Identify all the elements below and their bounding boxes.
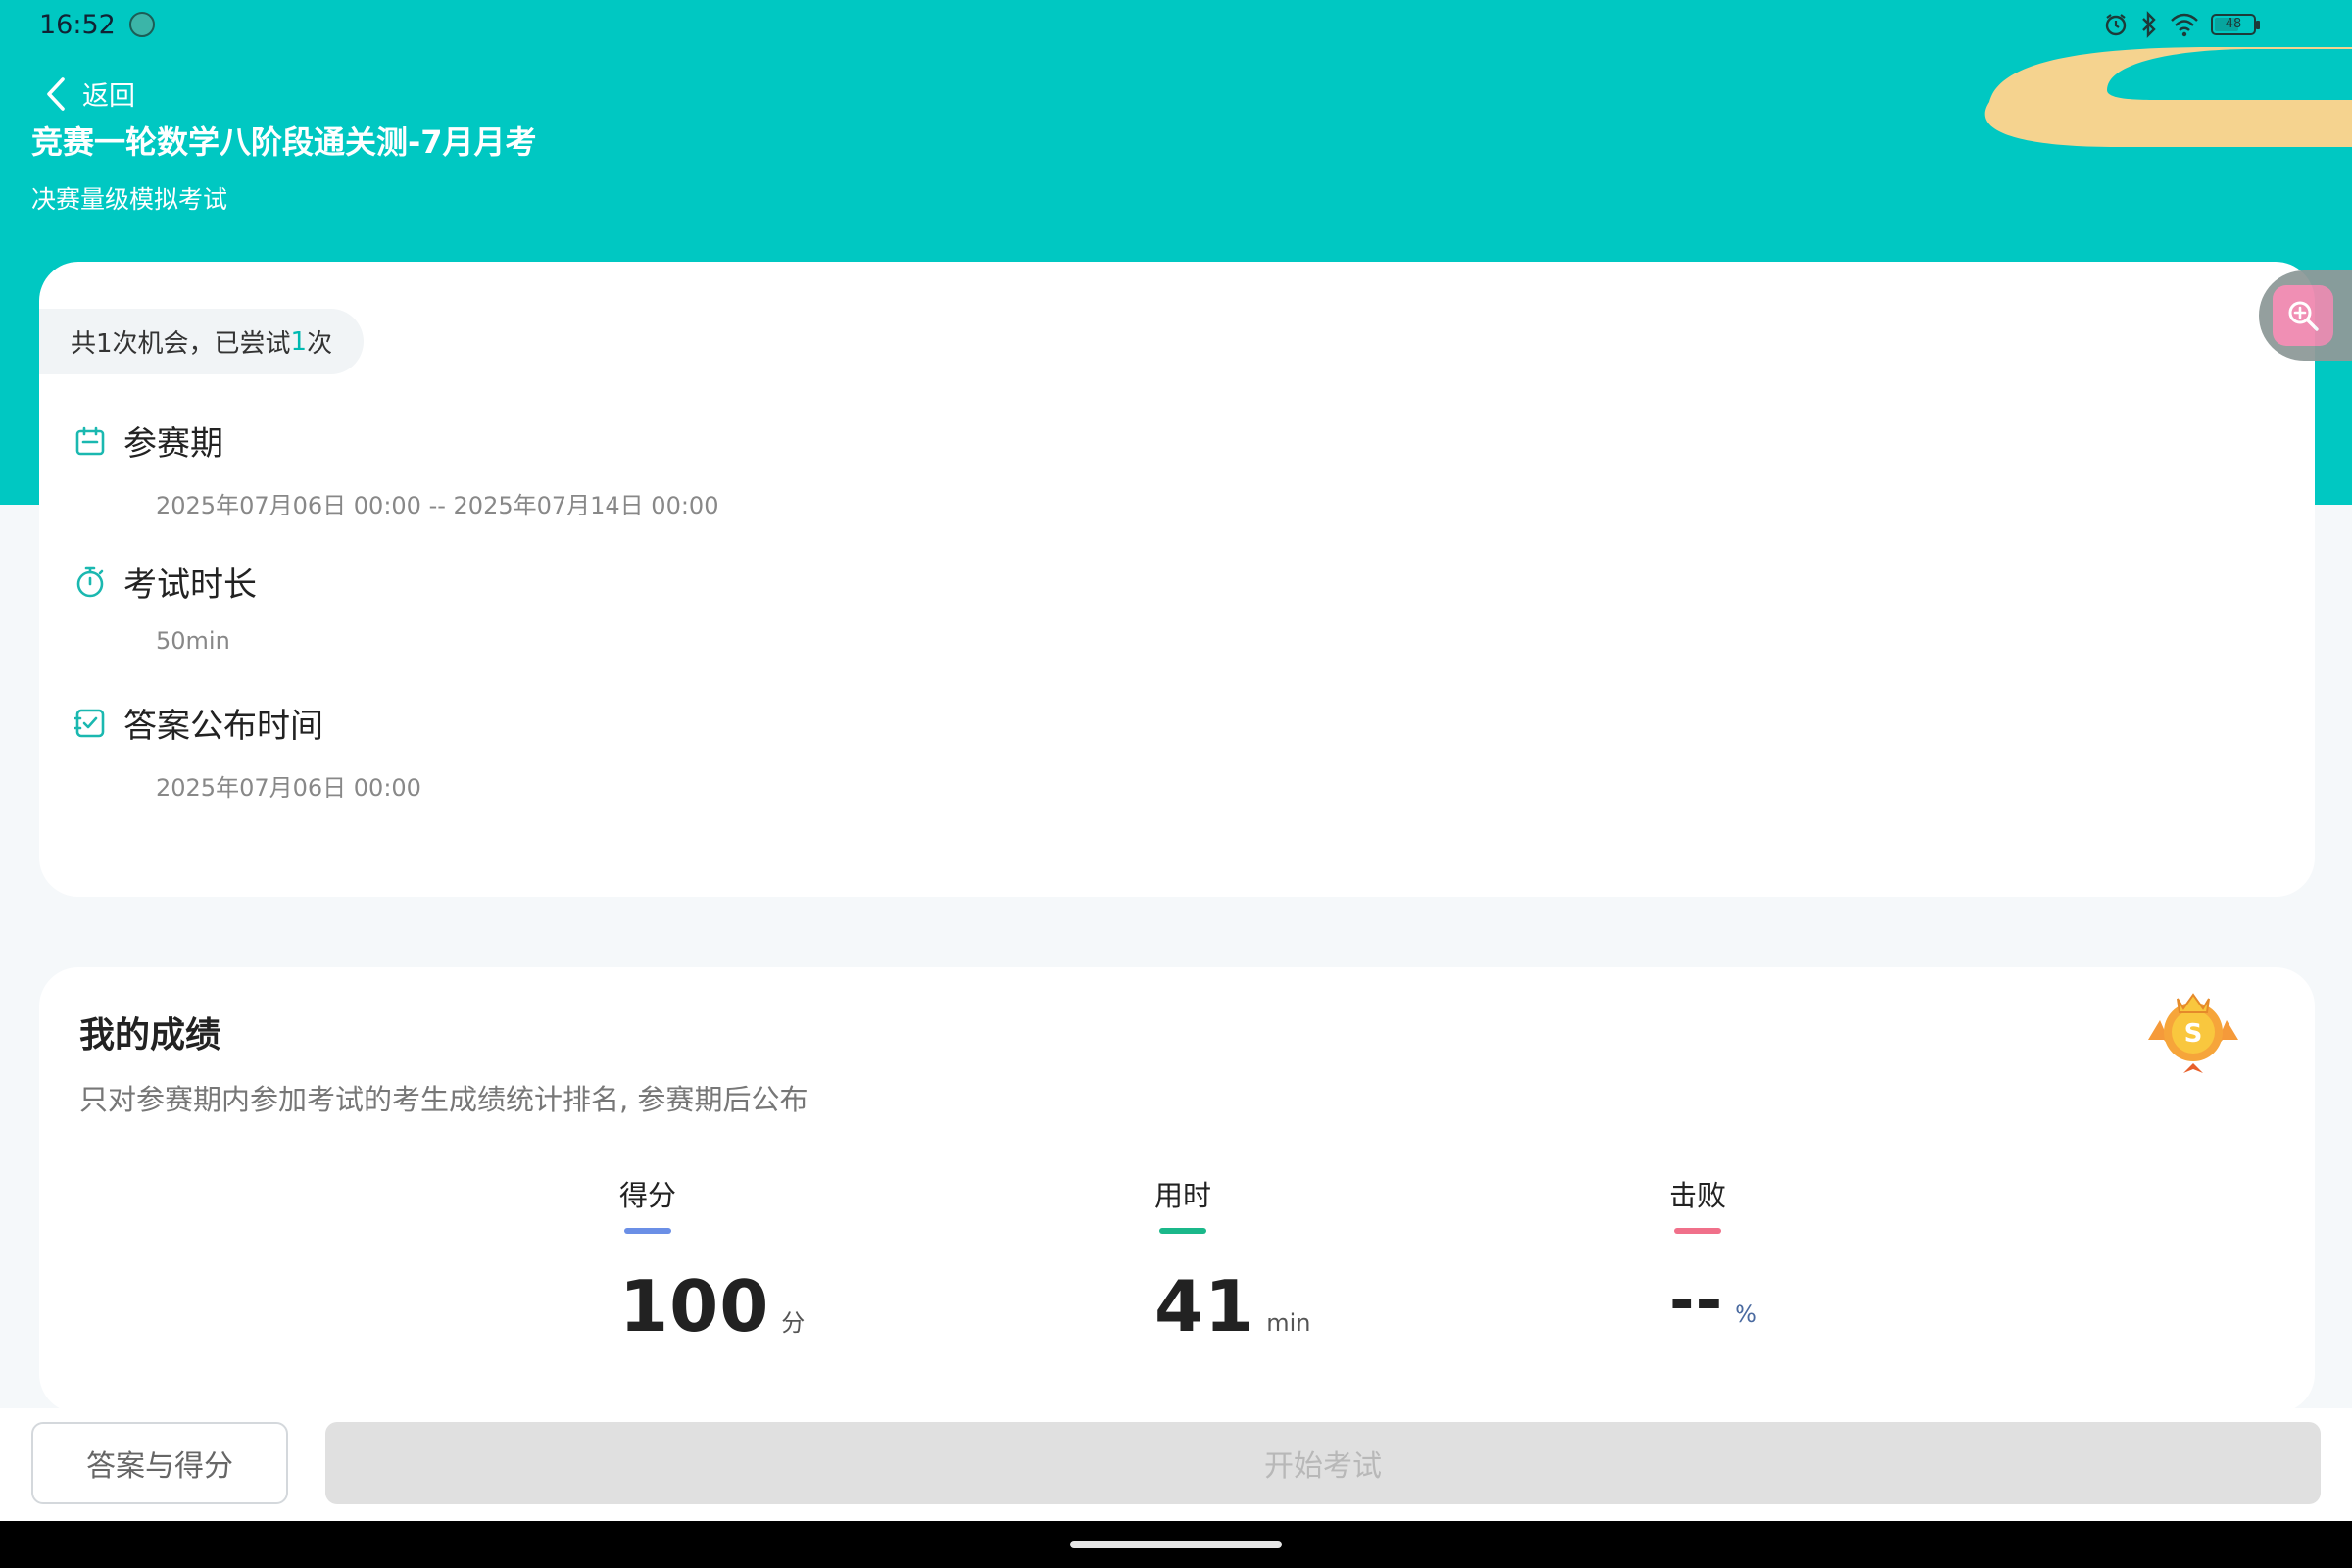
page-subtitle: 决赛量级模拟考试: [31, 185, 228, 214]
chevron-left-icon: [47, 76, 65, 111]
exam-detail-screen: 16:52 48 返回 竞赛一轮数学八阶段通关测-7月月考 决赛量级模拟考试 共…: [0, 0, 2352, 1568]
period-title: 参赛期: [123, 424, 223, 464]
stat-time-underline: [1159, 1228, 1206, 1234]
status-bar: 16:52 48: [0, 0, 2352, 49]
period-row: 参赛期 2025年07月06日 00:00 -- 2025年07月14日 00:…: [74, 416, 718, 520]
zoom-in-icon: [2288, 301, 2319, 331]
start-exam-button[interactable]: 开始考试: [325, 1422, 2321, 1504]
stat-beat-unit: %: [1735, 1300, 1757, 1328]
score-description: 只对参赛期内参加考试的考生成绩统计排名, 参赛期后公布: [79, 1083, 808, 1116]
stat-score-underline: [624, 1228, 671, 1234]
attempts-badge: 共1次机会，已尝试 1 次: [39, 309, 365, 374]
attempts-suffix: 次: [307, 329, 333, 359]
calendar-icon: [75, 426, 105, 455]
answers-and-score-button[interactable]: 答案与得分: [31, 1422, 288, 1504]
back-label: 返回: [82, 81, 135, 112]
duration-title: 考试时长: [123, 565, 257, 605]
period-value: 2025年07月06日 00:00 -- 2025年07月14日 00:00: [156, 492, 719, 519]
answer-time-title: 答案公布时间: [123, 707, 323, 746]
wifi-icon: [2171, 13, 2198, 37]
answer-time-row: 答案公布时间 2025年07月06日 00:00: [74, 699, 421, 803]
stat-beat-value: --: [1669, 1265, 1724, 1338]
stat-beat-underline: [1674, 1228, 1721, 1234]
alarm-icon: [2105, 14, 2127, 36]
stat-beat-label: 击败: [1669, 1179, 1727, 1212]
app-icon: [128, 12, 155, 37]
back-button[interactable]: 返回: [43, 74, 135, 113]
attempts-count: 1: [290, 326, 308, 357]
svg-text:S: S: [2184, 1019, 2203, 1049]
page-title: 竞赛一轮数学八阶段通关测-7月月考: [31, 123, 537, 161]
exam-info-card: 共1次机会，已尝试 1 次 参赛期 2025年07月06日 00:00 -- 202…: [39, 262, 2315, 897]
checklist-icon: [74, 709, 105, 737]
duration-row: 考试时长 50min: [74, 558, 257, 655]
stat-score-value: 100: [619, 1265, 770, 1348]
stat-score-unit: 分: [781, 1309, 806, 1337]
system-nav-bar: [0, 1521, 2352, 1568]
stat-beat: 击败 -- %: [1669, 1173, 1757, 1338]
floating-zoom-button[interactable]: [2259, 270, 2352, 361]
bottom-action-bar: 答案与得分 开始考试: [0, 1408, 2352, 1521]
stat-time-label: 用时: [1154, 1179, 1212, 1212]
status-icons: 48: [2103, 11, 2260, 38]
stopwatch-icon: [76, 566, 104, 597]
answer-time-value: 2025年07月06日 00:00: [156, 774, 421, 802]
home-gesture-handle[interactable]: [1070, 1541, 1282, 1548]
stat-time: 用时 41 min: [1154, 1173, 1310, 1348]
status-time: 16:52: [39, 9, 116, 40]
decorative-wave-icon: [1984, 47, 2352, 147]
battery-icon: 48: [2211, 14, 2260, 35]
battery-level: 48: [2225, 17, 2242, 31]
stat-time-unit: min: [1266, 1309, 1311, 1337]
duration-value: 50min: [156, 627, 230, 655]
stat-score: 得分 100 分: [619, 1173, 805, 1348]
my-score-card: 我的成绩 只对参赛期内参加考试的考生成绩统计排名, 参赛期后公布 S 得分 10…: [39, 967, 2315, 1413]
stat-time-value: 41: [1154, 1265, 1255, 1348]
score-title: 我的成绩: [79, 1015, 221, 1055]
bluetooth-icon: [2142, 11, 2156, 38]
attempts-prefix: 共1次机会，已尝试: [71, 329, 291, 359]
medal-icon: S: [2148, 993, 2238, 1073]
stat-score-label: 得分: [619, 1179, 677, 1212]
